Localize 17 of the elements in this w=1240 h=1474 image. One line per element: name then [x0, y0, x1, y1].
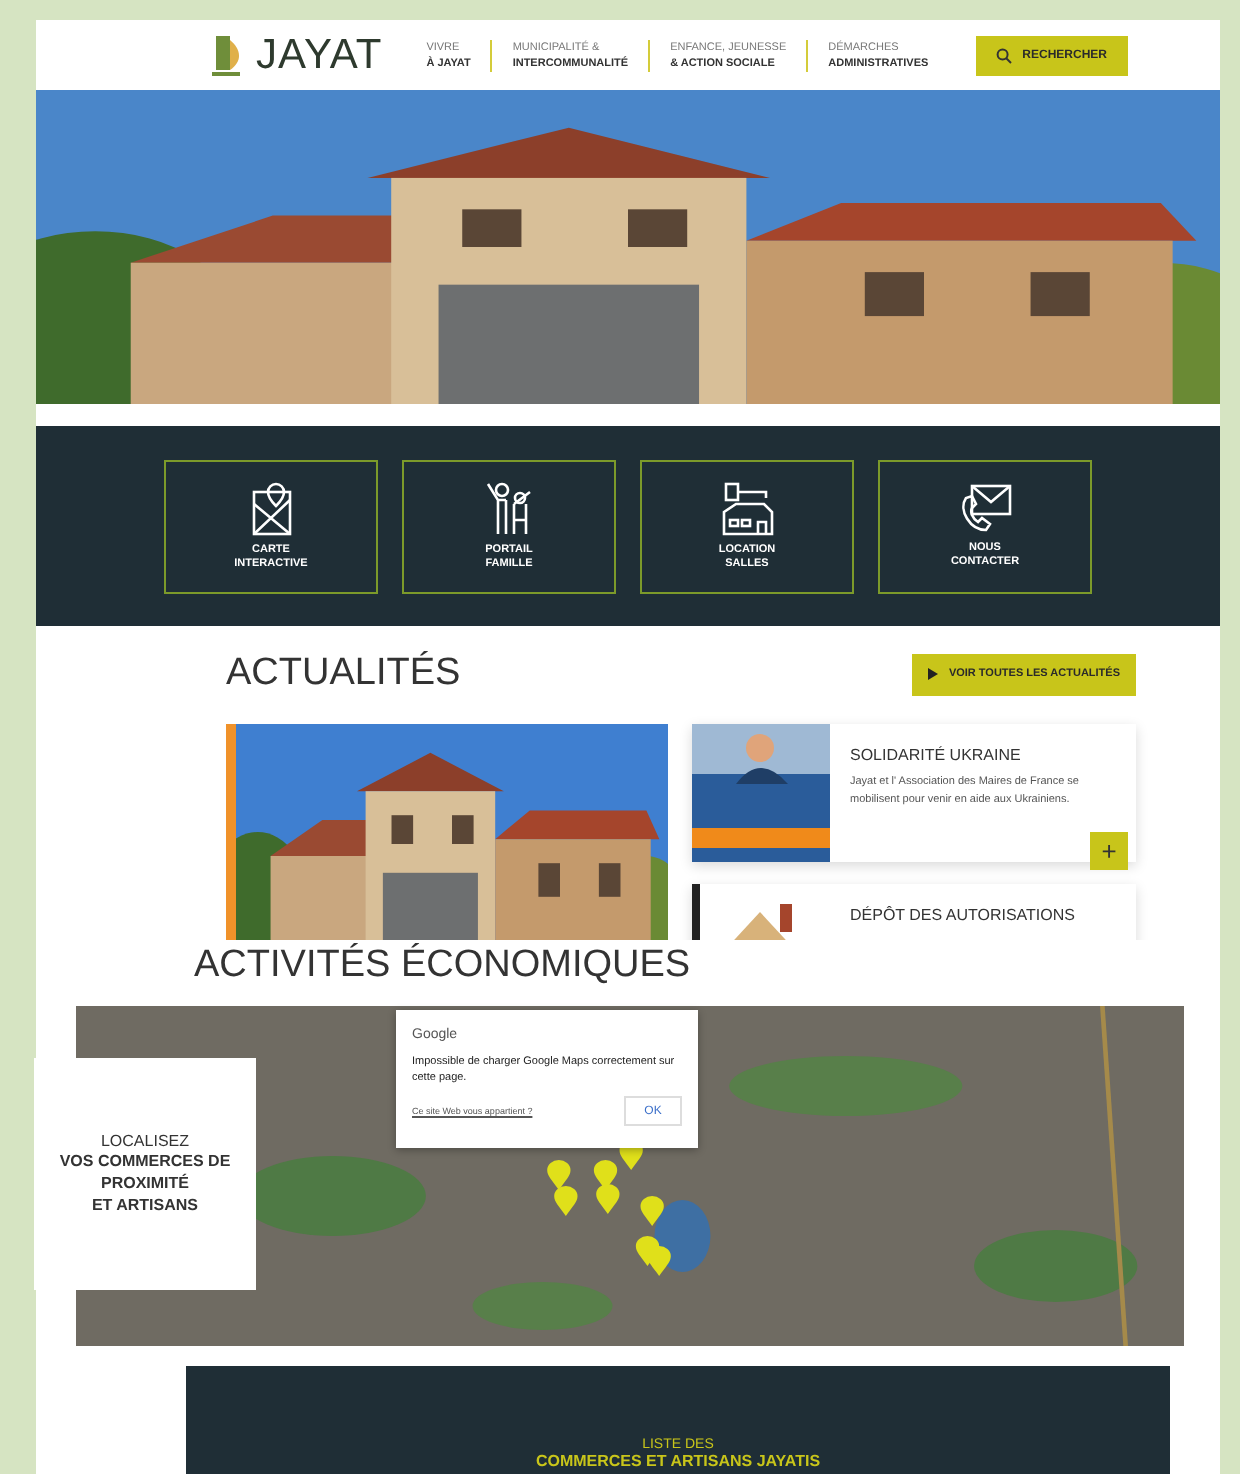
more-button[interactable]: +	[1090, 832, 1128, 870]
news-title: DÉPÔT DES AUTORISATIONS	[850, 906, 1075, 924]
panel-intro: LOCALISEZ	[100, 1132, 189, 1150]
play-icon	[928, 668, 939, 680]
section-title: ACTUALITÉS	[226, 652, 461, 696]
envelope-icon	[957, 482, 1013, 534]
logo-text[interactable]: JAYAT	[256, 31, 383, 79]
panel-text: VOS COMMERCES DE	[59, 1150, 231, 1172]
house-key-icon	[719, 480, 775, 536]
news-title: SOLIDARITÉ UKRAINE	[850, 746, 1023, 764]
section-title: ACTIVITÉS ÉCONOMIQUES	[194, 944, 693, 988]
logo-icon	[208, 33, 244, 77]
banner-title: COMMERCES ET ARTISANS JAYATIS	[535, 1452, 821, 1470]
news-card[interactable]: DÉPÔT DES AUTORISATIONS	[692, 884, 1136, 940]
panel-text: ET ARTISANS	[91, 1194, 199, 1216]
search-icon	[996, 47, 1013, 63]
panel-text: PROXIMITÉ	[100, 1172, 189, 1194]
